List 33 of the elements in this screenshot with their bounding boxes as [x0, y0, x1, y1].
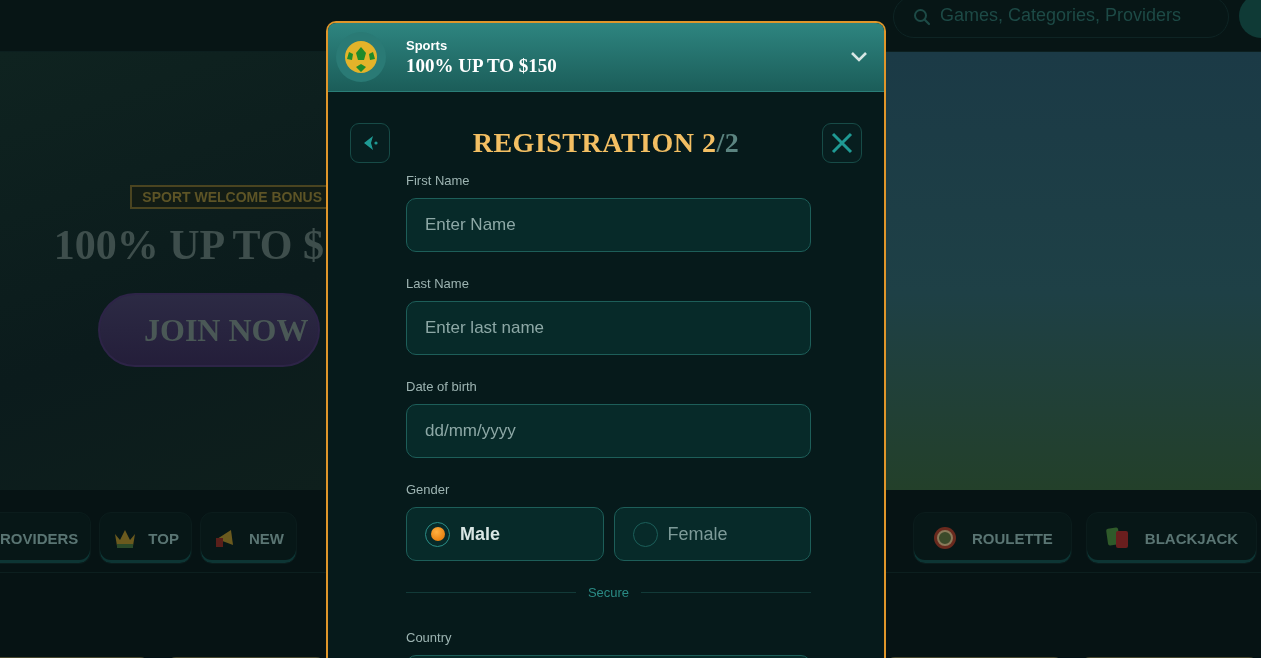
chip-icon — [932, 525, 958, 551]
radio-option[interactable]: Male — [406, 507, 604, 561]
field-label: Country — [406, 630, 453, 645]
category-label: NEW — [248, 529, 284, 547]
category-tab[interactable]: NEW — [199, 512, 297, 564]
input-field[interactable]: Enter Name — [406, 198, 811, 252]
cards-icon — [1104, 525, 1131, 551]
field-label: Gender — [406, 482, 451, 497]
input-field[interactable]: Enter last name — [406, 301, 811, 355]
back-button[interactable] — [350, 123, 390, 163]
radio-option[interactable]: Female — [613, 507, 811, 561]
section-label: Secure — [587, 585, 630, 600]
category-tab[interactable]: ROVIDERS — [0, 512, 92, 564]
category-tab[interactable]: ROULETTE — [913, 512, 1072, 564]
bonus-header[interactable]: Sports 100% UP TO $150 — [328, 23, 884, 92]
search-icon — [913, 8, 931, 26]
bonus-offer: 100% UP TO $150 — [406, 54, 558, 77]
category-tab[interactable]: BLACKJACK — [1085, 512, 1258, 564]
category-label: ROVIDERS — [0, 529, 79, 547]
category-label: TOP — [148, 529, 179, 547]
dialog-title: REGISTRATION 2/2 — [472, 127, 740, 159]
field-label: First Name — [406, 173, 471, 188]
category-label: BLACKJACK — [1144, 529, 1239, 547]
bonus-category: Sports — [406, 37, 449, 53]
category-tab[interactable]: TOP — [99, 512, 192, 564]
soccer-ball-icon — [344, 40, 378, 74]
field-label: Date of birth — [406, 379, 478, 394]
input-field[interactable]: dd/mm/yyyy — [406, 404, 811, 458]
close-button[interactable] — [822, 123, 862, 163]
field-label: Last Name — [406, 276, 470, 291]
chevron-down-icon — [850, 51, 868, 63]
close-icon — [830, 131, 854, 155]
category-label: ROULETTE — [972, 529, 1053, 547]
